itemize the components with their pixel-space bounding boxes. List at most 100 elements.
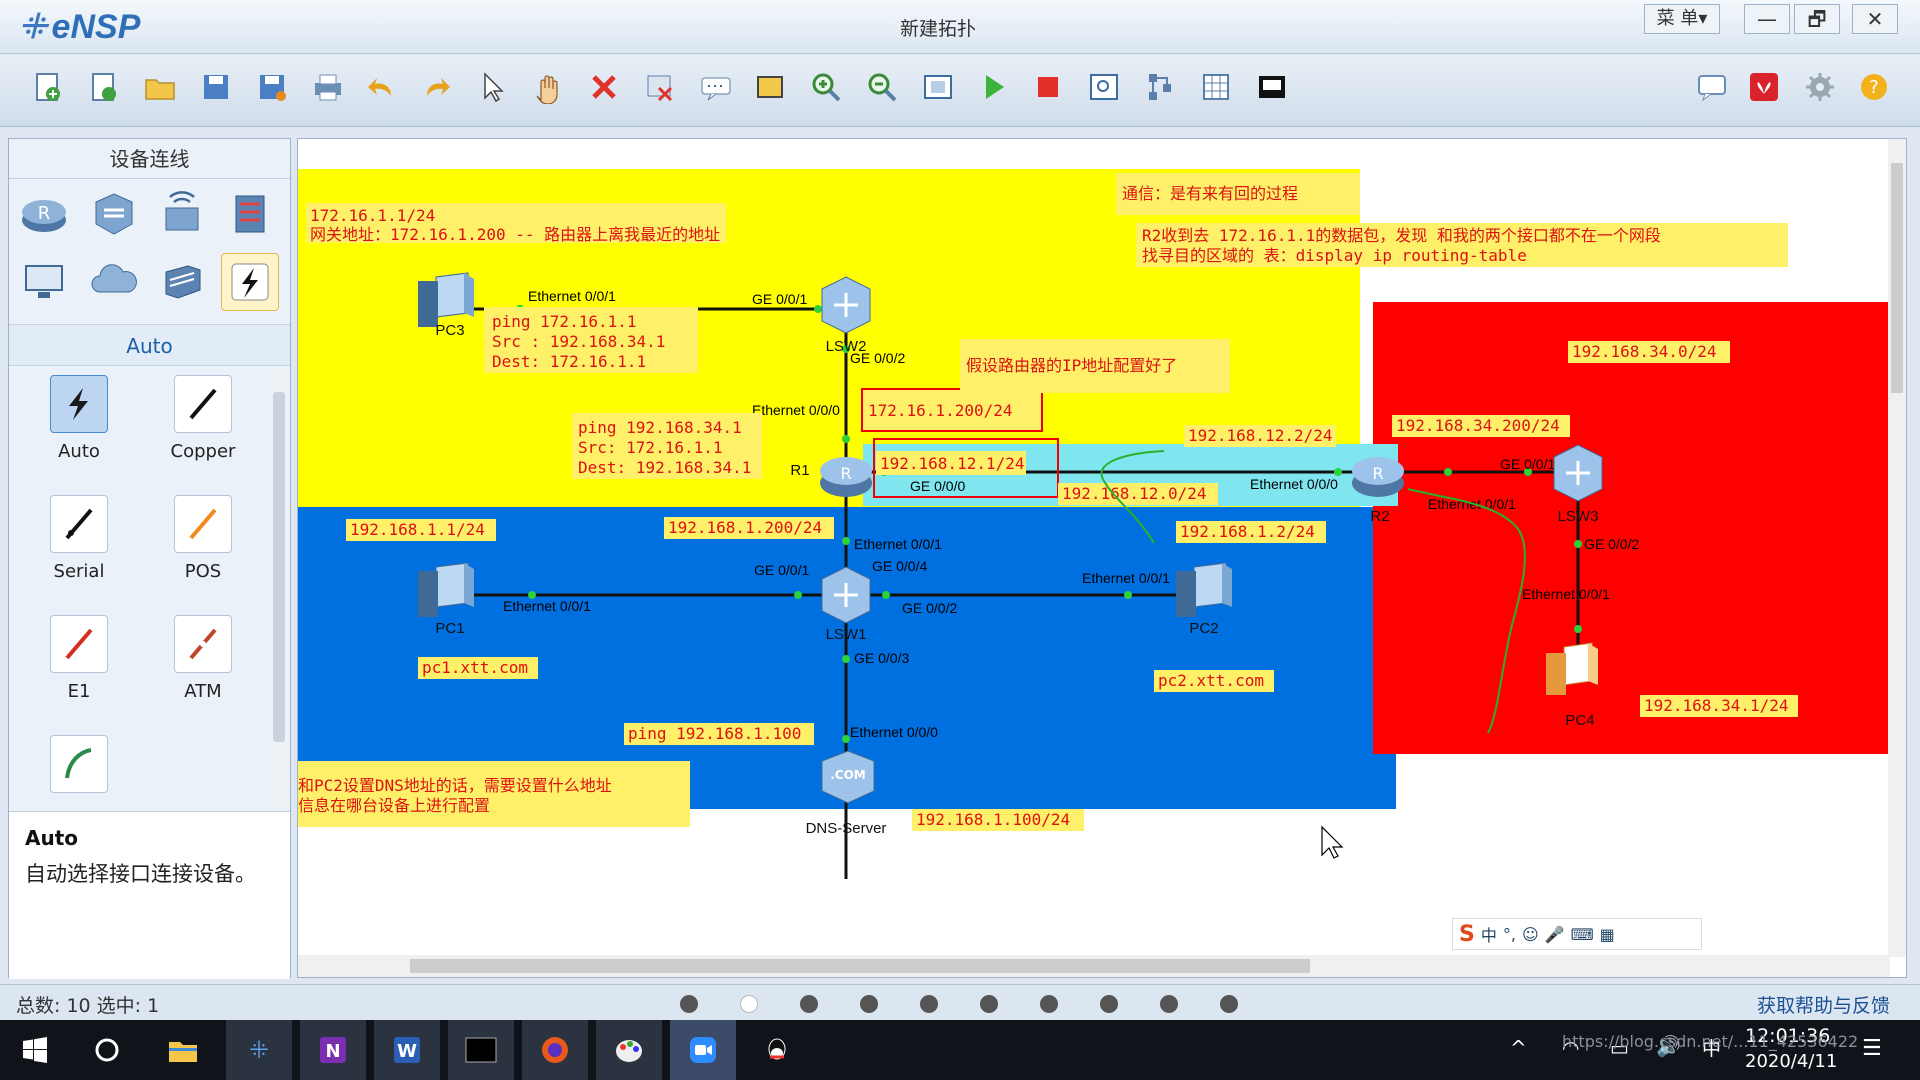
device-panel: 设备连线 R Auto Auto Copper Serial POS E1 AT… <box>8 138 291 979</box>
delete-icon[interactable] <box>584 67 624 107</box>
main-toolbar: ? <box>0 55 1920 127</box>
text-icon[interactable] <box>696 67 736 107</box>
select-cursor-icon[interactable] <box>472 67 512 107</box>
menu-button[interactable]: 菜 单▾ <box>1644 4 1720 34</box>
svg-text:R: R <box>1372 464 1383 483</box>
new-lab-icon[interactable] <box>84 67 124 107</box>
status-count: 总数: 10 选中: 1 <box>16 995 160 1017</box>
wireless-icon[interactable] <box>153 185 211 243</box>
firefox-icon[interactable] <box>522 1020 588 1080</box>
onenote-icon[interactable]: N <box>300 1020 366 1080</box>
page-dot[interactable] <box>800 995 818 1013</box>
page-dot[interactable] <box>1100 995 1118 1013</box>
note-text: ping 192.168.34.1 <box>578 418 742 437</box>
zoom-meeting-icon[interactable] <box>670 1020 736 1080</box>
page-dot[interactable] <box>1160 995 1178 1013</box>
grid-icon[interactable] <box>1196 67 1236 107</box>
stop-devices-icon[interactable] <box>1028 67 1068 107</box>
cable-serial[interactable]: Serial <box>19 495 139 582</box>
sogou-ime-icon[interactable]: S <box>1459 922 1475 947</box>
restore-button[interactable]: 🗗 <box>1794 4 1840 34</box>
print-icon[interactable] <box>308 67 348 107</box>
ensp-taskbar-icon[interactable]: ꔰ <box>226 1020 292 1080</box>
page-dot[interactable] <box>680 995 698 1013</box>
page-dot[interactable] <box>920 995 938 1013</box>
device-list-scroll-thumb[interactable] <box>273 392 285 742</box>
cable-copper[interactable]: Copper <box>143 375 263 462</box>
topology-drawing[interactable]: Ethernet 0/0/1 GE 0/0/1 GE 0/0/2 Etherne… <box>298 139 1890 957</box>
tray-chevron-icon[interactable]: ^ <box>1510 1036 1527 1060</box>
page-dot[interactable] <box>980 995 998 1013</box>
cable-pos[interactable]: POS <box>143 495 263 582</box>
qq-icon[interactable] <box>744 1020 810 1080</box>
lsw3-device[interactable]: LSW3 <box>1553 444 1603 525</box>
hand-pan-icon[interactable] <box>528 67 568 107</box>
fit-view-icon[interactable] <box>918 67 958 107</box>
zoom-in-icon[interactable] <box>806 67 846 107</box>
other-device-icon[interactable] <box>153 253 211 311</box>
ime-punct-icon[interactable]: °, <box>1503 925 1516 944</box>
help-icon[interactable]: ? <box>1854 67 1894 107</box>
lsw2-device[interactable]: LSW2 <box>821 276 871 355</box>
page-dot[interactable] <box>860 995 878 1013</box>
new-topology-icon[interactable] <box>28 67 68 107</box>
page-dot[interactable] <box>1040 995 1058 1013</box>
help-feedback-link[interactable]: 获取帮助与反馈 <box>1757 991 1890 1018</box>
topology-layout-icon[interactable] <box>1140 67 1180 107</box>
ime-lang-icon[interactable]: 中 <box>1481 922 1497 946</box>
svg-text:ꔰ: ꔰ <box>249 1036 270 1064</box>
page-dot[interactable] <box>1220 995 1238 1013</box>
open-icon[interactable] <box>140 67 180 107</box>
pc-icon[interactable] <box>15 253 73 311</box>
zoom-out-icon[interactable] <box>862 67 902 107</box>
note-text: 信息在哪台设备上进行配置 <box>298 796 490 815</box>
cable-e1[interactable]: E1 <box>19 615 139 702</box>
canvas-horizontal-scrollbar[interactable] <box>298 955 1890 977</box>
firewall-icon[interactable] <box>221 185 279 243</box>
settings-icon[interactable] <box>1800 67 1840 107</box>
close-button[interactable]: ✕ <box>1852 4 1898 34</box>
cable-atm[interactable]: ATM <box>143 615 263 702</box>
rectangle-icon[interactable] <box>750 67 790 107</box>
clock-date[interactable]: 2020/4/11 <box>1745 1051 1837 1072</box>
huawei-icon[interactable] <box>1744 67 1784 107</box>
cable-label: Serial <box>53 561 105 582</box>
topology-canvas[interactable]: Ethernet 0/0/1 GE 0/0/1 GE 0/0/2 Etherne… <box>297 138 1907 978</box>
router-icon[interactable]: R <box>15 185 73 243</box>
chat-icon[interactable] <box>1692 67 1732 107</box>
capture-icon[interactable] <box>1084 67 1124 107</box>
ime-keyboard-icon[interactable]: ⌨ <box>1571 925 1594 944</box>
page-dot-current[interactable] <box>740 995 758 1013</box>
cortana-circle-icon[interactable] <box>74 1020 140 1080</box>
start-devices-icon[interactable] <box>974 67 1014 107</box>
terminal-icon[interactable] <box>448 1020 514 1080</box>
lsw1-device[interactable]: LSW1 <box>821 566 871 643</box>
save-icon[interactable] <box>196 67 236 107</box>
undo-icon[interactable] <box>362 67 402 107</box>
paint-icon[interactable] <box>596 1020 662 1080</box>
canvas-vertical-scrollbar[interactable] <box>1888 139 1906 957</box>
file-explorer-icon[interactable] <box>150 1020 216 1080</box>
canvas-h-scroll-thumb[interactable] <box>410 959 1310 973</box>
delete-links-icon[interactable] <box>640 67 680 107</box>
device-list-scrollbar[interactable] <box>270 367 288 807</box>
cable-ctl[interactable] <box>19 735 139 793</box>
ime-tools-icon[interactable]: ▦ <box>1600 925 1615 944</box>
note-text: ping 172.16.1.1 <box>492 312 637 331</box>
ime-voice-icon[interactable]: 🎤 <box>1545 925 1565 944</box>
notification-icon[interactable]: ☰ <box>1862 1036 1882 1061</box>
minimize-button[interactable]: — <box>1744 4 1790 34</box>
redo-icon[interactable] <box>416 67 456 107</box>
word-icon[interactable]: W <box>374 1020 440 1080</box>
ime-emoji-icon[interactable]: ☺ <box>1522 925 1539 944</box>
cloud-icon[interactable] <box>85 253 143 311</box>
save-as-icon[interactable] <box>252 67 292 107</box>
cable-auto[interactable]: Auto <box>19 375 139 462</box>
cable-icon[interactable] <box>221 253 279 311</box>
console-icon[interactable] <box>1252 67 1292 107</box>
ime-toolbar[interactable]: S 中 °, ☺ 🎤 ⌨ ▦ <box>1452 918 1702 950</box>
port-label: GE 0/0/1 <box>752 291 807 307</box>
switch-icon[interactable] <box>85 185 143 243</box>
windows-start-icon[interactable] <box>2 1020 68 1080</box>
canvas-v-scroll-thumb[interactable] <box>1891 163 1903 393</box>
